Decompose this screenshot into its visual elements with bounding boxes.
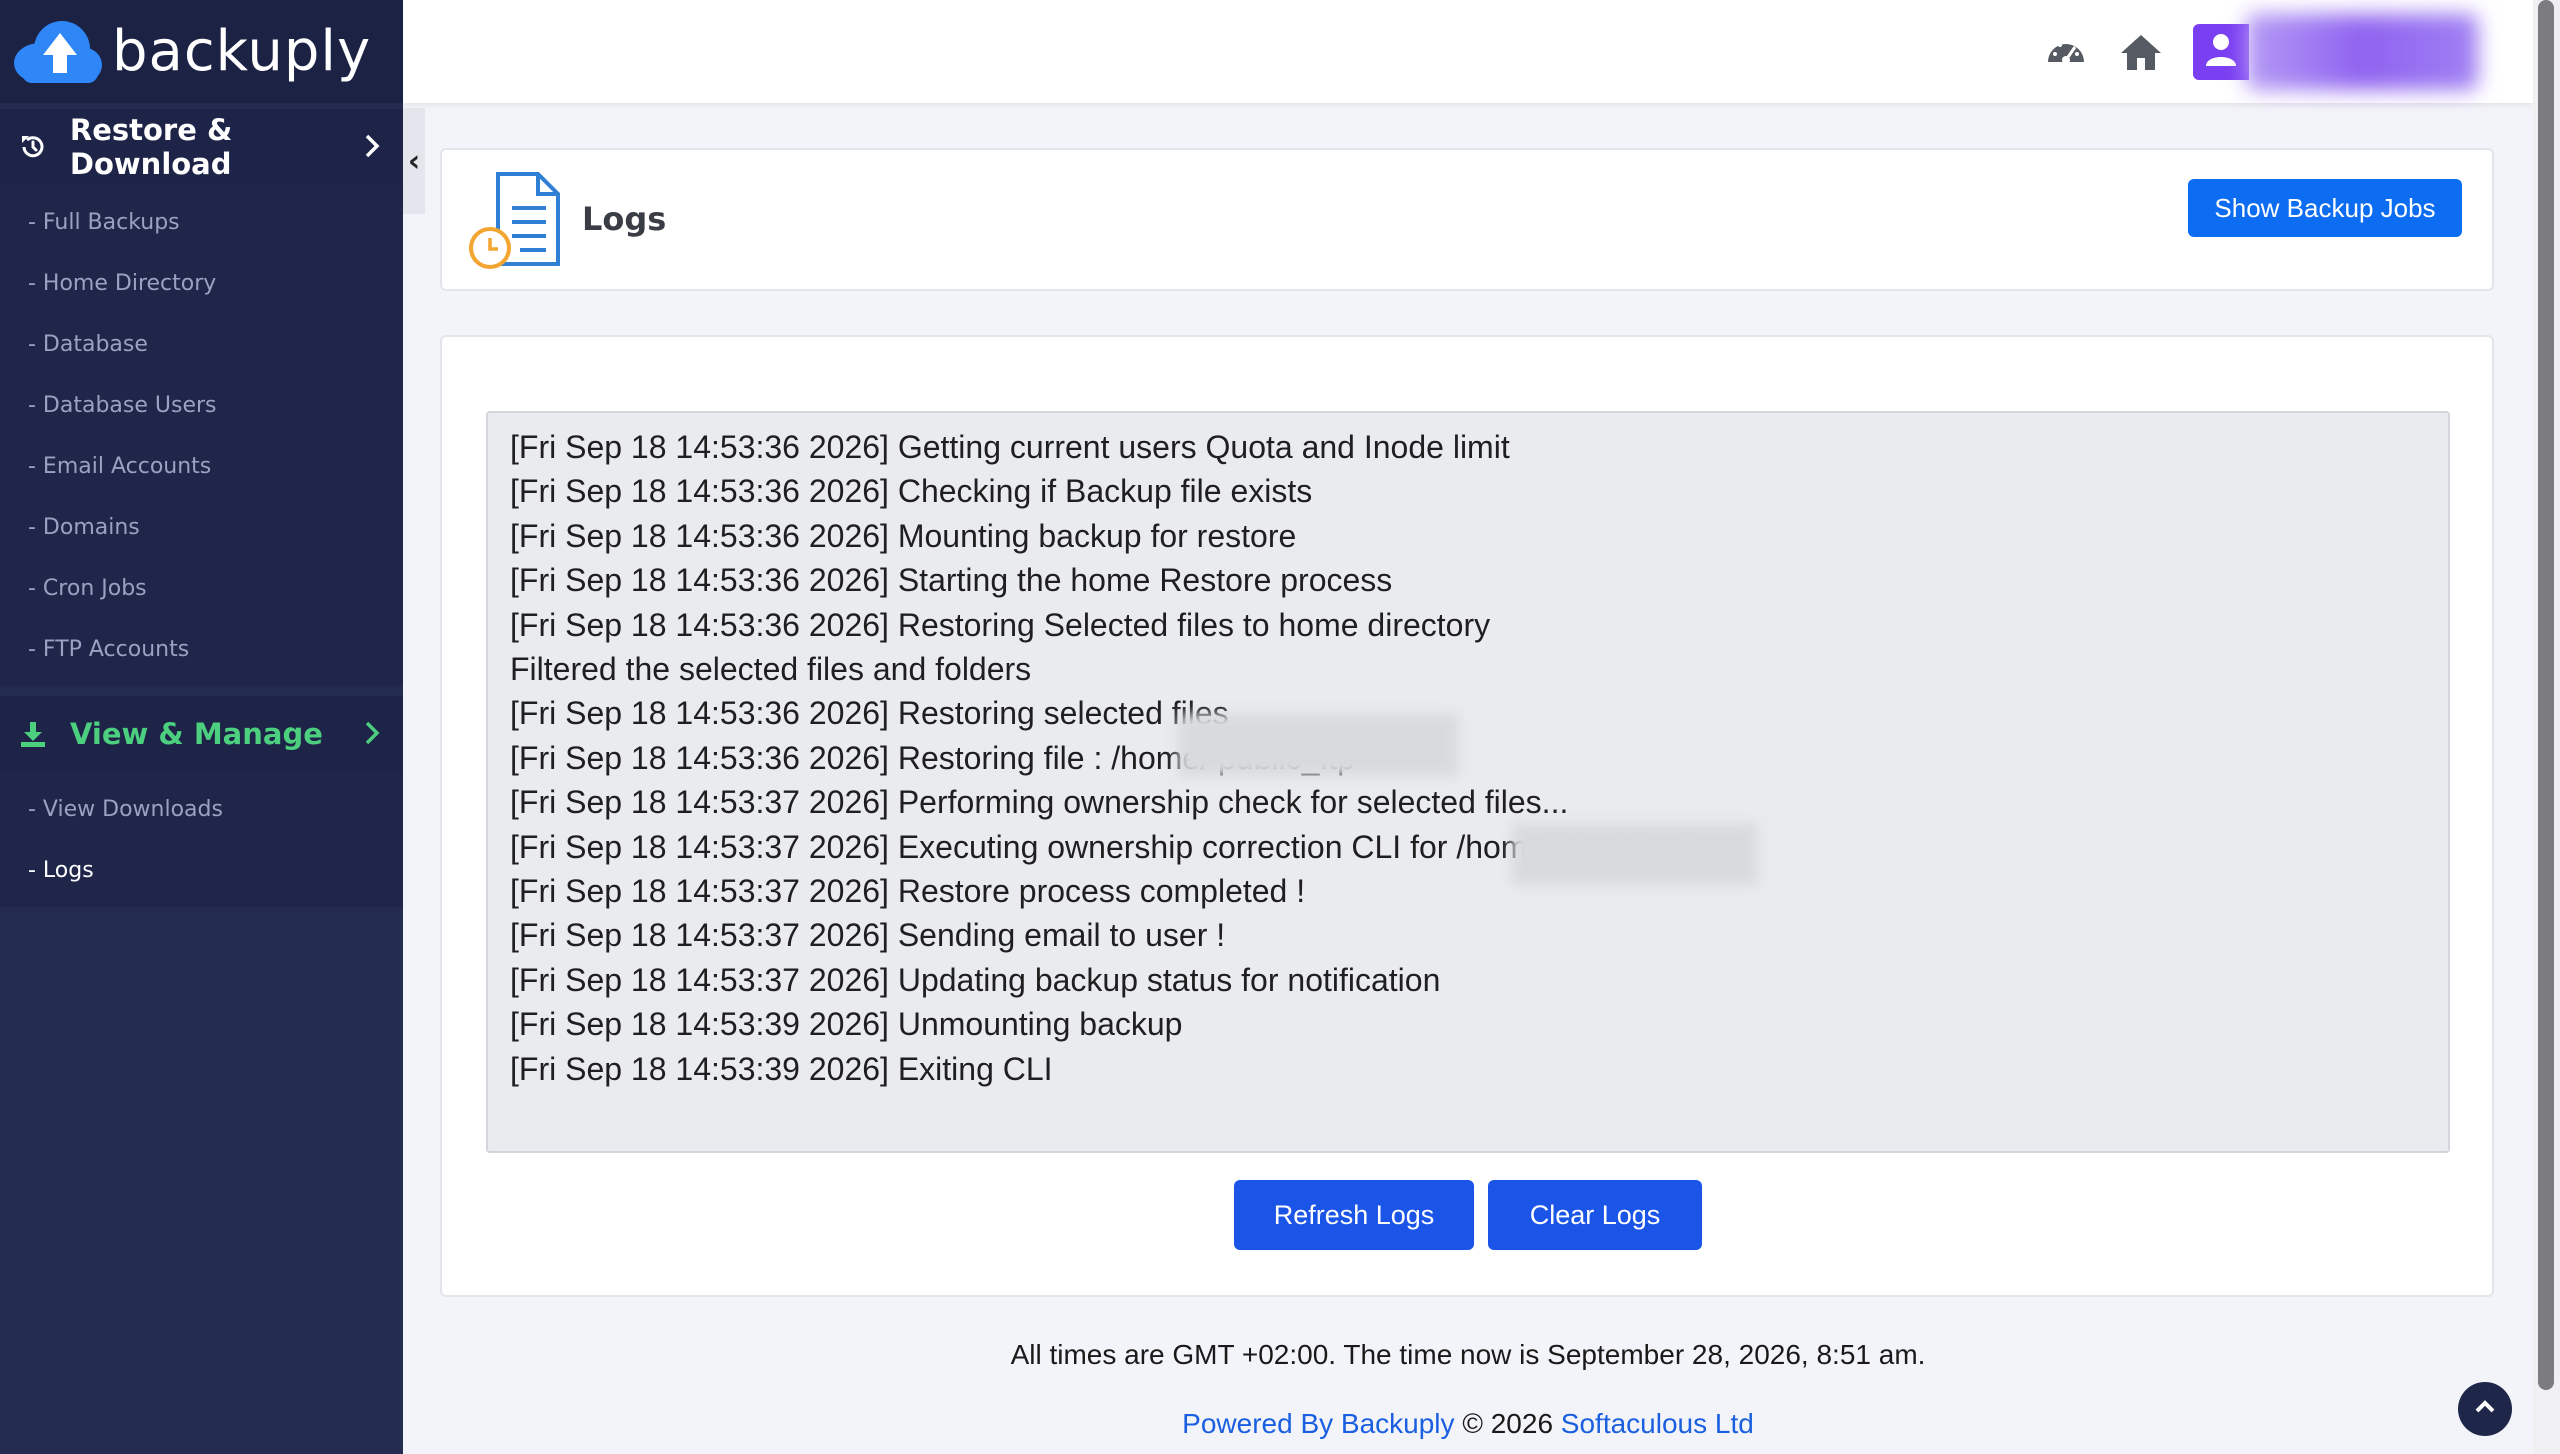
chevron-right-icon bbox=[357, 131, 387, 161]
log-document-icon bbox=[468, 168, 568, 274]
copyright-text: © 2026 bbox=[1462, 1408, 1554, 1439]
log-line: [Fri Sep 18 14:53:39 2026] Unmounting ba… bbox=[510, 1006, 1183, 1043]
refresh-logs-button[interactable]: Refresh Logs bbox=[1234, 1180, 1474, 1250]
show-backup-jobs-button[interactable]: Show Backup Jobs bbox=[2188, 179, 2462, 237]
sidebar-restore-list: - Full Backups - Home Directory - Databa… bbox=[0, 184, 403, 686]
footer-credits: Powered By Backuply © 2026 Softaculous L… bbox=[403, 1408, 2533, 1440]
sidebar-section-view-manage[interactable]: View & Manage bbox=[0, 696, 403, 771]
chevron-right-icon bbox=[357, 718, 387, 748]
sidebar-item-email-accounts[interactable]: - Email Accounts bbox=[0, 436, 403, 497]
log-line: [Fri Sep 18 14:53:37 2026] Restore proce… bbox=[510, 873, 1306, 910]
chevron-left-icon: ‹ bbox=[407, 143, 421, 179]
sidebar-item-logs[interactable]: - Logs bbox=[0, 840, 403, 901]
page-title: Logs bbox=[582, 200, 667, 238]
sidebar-item-home-directory[interactable]: - Home Directory bbox=[0, 253, 403, 314]
dashboard-gauge-icon[interactable] bbox=[2044, 30, 2088, 74]
page-scrollbar[interactable] bbox=[2533, 0, 2560, 1454]
log-line: [Fri Sep 18 14:53:37 2026] Sending email… bbox=[510, 917, 1226, 954]
user-icon bbox=[2204, 32, 2238, 72]
log-line: Filtered the selected files and folders bbox=[510, 651, 1032, 688]
log-line: [Fri Sep 18 14:53:39 2026] Exiting CLI bbox=[510, 1050, 1053, 1087]
scroll-to-top-button[interactable] bbox=[2458, 1382, 2512, 1436]
log-line: [Fri Sep 18 14:53:36 2026] Mounting back… bbox=[510, 517, 1297, 554]
history-icon bbox=[16, 130, 50, 164]
timezone-note: All times are GMT +02:00. The time now i… bbox=[1010, 1339, 1926, 1370]
sidebar-item-database-users[interactable]: - Database Users bbox=[0, 375, 403, 436]
log-line: [Fri Sep 18 14:53:36 2026] Restoring fil… bbox=[510, 739, 1355, 776]
cloud-upload-icon bbox=[10, 17, 104, 87]
log-line: [Fri Sep 18 14:53:37 2026] Updating back… bbox=[510, 961, 1441, 998]
log-line: [Fri Sep 18 14:53:37 2026] Executing own… bbox=[510, 828, 1743, 865]
logs-card: [Fri Sep 18 14:53:36 2026] Getting curre… bbox=[440, 335, 2494, 1297]
sidebar-item-cron-jobs[interactable]: - Cron Jobs bbox=[0, 558, 403, 619]
sidebar-item-view-downloads[interactable]: - View Downloads bbox=[0, 779, 403, 840]
log-line: [Fri Sep 18 14:53:37 2026] Performing ow… bbox=[510, 784, 1569, 821]
powered-by-link[interactable]: Powered By Backuply bbox=[1182, 1408, 1454, 1439]
sidebar-item-full-backups[interactable]: - Full Backups bbox=[0, 192, 403, 253]
scrollbar-thumb[interactable] bbox=[2538, 0, 2554, 1390]
clear-logs-button[interactable]: Clear Logs bbox=[1488, 1180, 1702, 1250]
log-line: [Fri Sep 18 14:53:36 2026] Getting curre… bbox=[510, 429, 1510, 465]
sidebar: backuply Restore & Download - Full Backu… bbox=[0, 0, 403, 1454]
topbar bbox=[403, 0, 2533, 103]
download-icon bbox=[16, 717, 50, 751]
log-line: [Fri Sep 18 14:53:36 2026] Restoring sel… bbox=[510, 695, 1229, 732]
sidebar-item-database[interactable]: - Database bbox=[0, 314, 403, 375]
log-line: [Fri Sep 18 14:53:36 2026] Starting the … bbox=[510, 562, 1393, 599]
sidebar-item-domains[interactable]: - Domains bbox=[0, 497, 403, 558]
home-icon[interactable] bbox=[2119, 30, 2163, 74]
brand-logo[interactable]: backuply bbox=[0, 0, 403, 103]
company-link[interactable]: Softaculous Ltd bbox=[1561, 1408, 1754, 1439]
log-line: [Fri Sep 18 14:53:36 2026] Checking if B… bbox=[510, 473, 1313, 510]
log-output[interactable]: [Fri Sep 18 14:53:36 2026] Getting curre… bbox=[486, 411, 2450, 1153]
chevron-up-icon bbox=[2472, 1394, 2498, 1424]
sidebar-view-list: - View Downloads - Logs bbox=[0, 771, 403, 907]
sidebar-section-restore-label: Restore & Download bbox=[69, 112, 233, 181]
sidebar-item-ftp-accounts[interactable]: - FTP Accounts bbox=[0, 619, 403, 680]
redacted-username bbox=[1512, 823, 1757, 885]
user-menu-button[interactable] bbox=[2193, 24, 2249, 80]
log-line: [Fri Sep 18 14:53:36 2026] Restoring Sel… bbox=[510, 606, 1491, 643]
sidebar-collapse-toggle[interactable]: ‹ bbox=[403, 108, 425, 214]
brand-name: backuply bbox=[112, 19, 372, 84]
sidebar-section-view-manage-label: View & Manage bbox=[70, 716, 323, 751]
redacted-username bbox=[1178, 714, 1458, 776]
user-name-redacted[interactable] bbox=[2246, 14, 2478, 90]
sidebar-section-restore[interactable]: Restore & Download bbox=[0, 109, 403, 184]
logs-header-card: Logs Show Backup Jobs bbox=[440, 148, 2494, 291]
